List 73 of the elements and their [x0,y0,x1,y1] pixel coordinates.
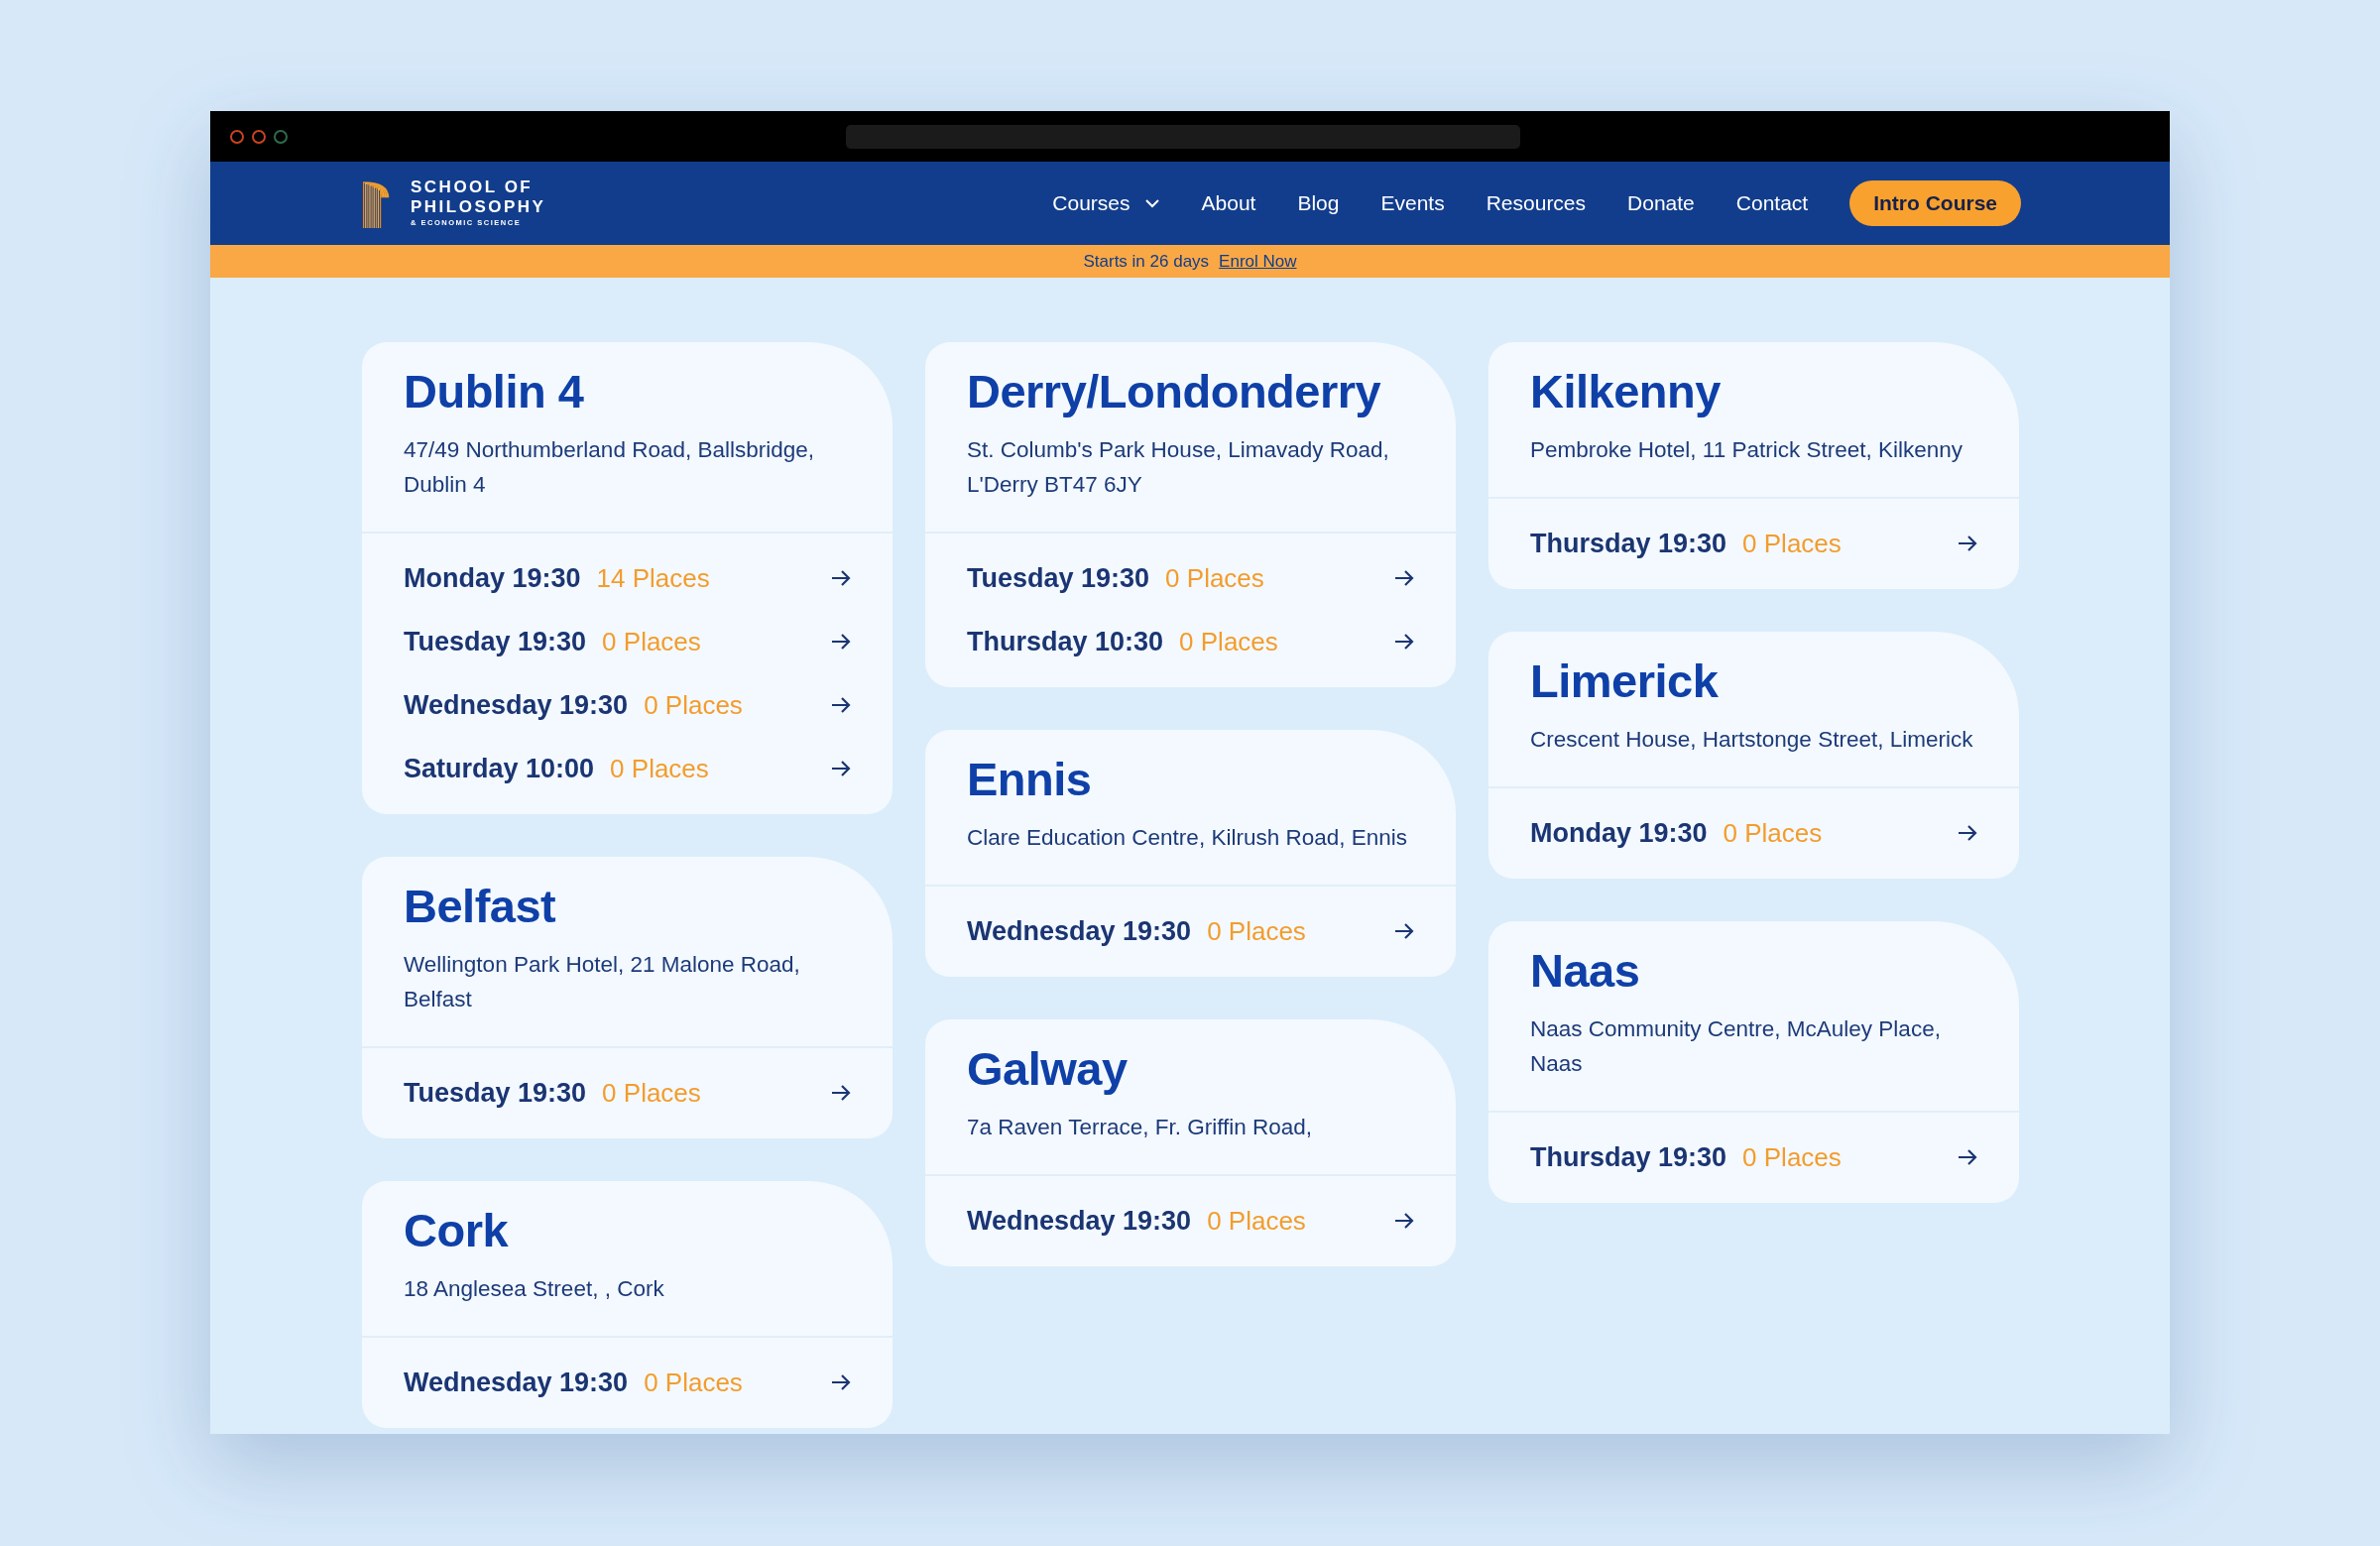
session-time: Wednesday 19:30 [404,1367,629,1398]
arrow-right-icon[interactable] [831,761,851,776]
logo-text: SCHOOL OF [411,178,535,197]
location-title: Galway [967,1041,1129,1096]
location-address: Clare Education Centre, Kilrush Road, Ennis [967,824,1408,852]
arrow-right-icon[interactable] [831,634,851,650]
location-title: Kilkenny [1530,364,1722,418]
arrow-right-icon[interactable] [1394,570,1414,586]
nav-link[interactable]: About [1201,191,1256,215]
session-time: Monday 19:30 [404,562,581,594]
session-time: Saturday 10:00 [404,753,595,784]
session-time: Tuesday 19:30 [404,626,587,657]
session-time: Thursday 19:30 [1530,528,1727,559]
location-address: St. Columb's Park House, Limavady Road, L'Derry BT47 6JY [967,436,1390,499]
places-count: 0 Places [1742,1141,1842,1173]
location-address: Pembroke Hotel, 11 Patrick Street, Kilkenny [1530,436,1964,464]
session-time: Thursday 19:30 [1530,1141,1727,1173]
places-count: 0 Places [602,1077,701,1109]
session-time: Tuesday 19:30 [967,562,1150,594]
places-count: 0 Places [644,689,743,721]
location-title: Naas [1530,943,1641,998]
location-address: Naas Community Centre, McAuley Place, Naas [1530,1015,1942,1078]
arrow-right-icon[interactable] [1394,634,1414,650]
location-address: Crescent House, Hartstonge Street, Limerick [1530,726,1974,754]
location-title: Ennis [967,752,1093,806]
maximize-window-icon[interactable] [274,129,288,144]
nav-link[interactable]: Resources [1486,191,1587,215]
places-count: 0 Places [1742,528,1842,559]
countdown-text: Starts in 26 days [1083,251,1210,272]
arrow-right-icon[interactable] [831,697,851,713]
places-count: 0 Places [644,1367,743,1398]
arrow-right-icon[interactable] [1958,535,1977,551]
location-title: Limerick [1530,654,1720,708]
location-address: 47/49 Northumberland Road, Ballsbridge, Dublin 4 [404,436,815,499]
session-time: Monday 19:30 [1530,817,1708,849]
location-title: Cork [404,1203,510,1257]
places-count: 0 Places [1179,626,1278,657]
logo-text: PHILOSOPHY [411,197,546,217]
session-time: Wednesday 19:30 [967,1205,1192,1237]
session-time: Wednesday 19:30 [404,689,629,721]
arrow-right-icon[interactable] [1958,825,1977,841]
arrow-right-icon[interactable] [831,570,851,586]
nav-link[interactable]: Contact [1735,191,1809,215]
places-count: 0 Places [1165,562,1264,594]
nav-link[interactable]: Donate [1627,191,1695,215]
places-count: 0 Places [602,626,701,657]
intro-course-button[interactable]: Intro Course [1849,180,2021,226]
location-address: Wellington Park Hotel, 21 Malone Road, Belfast [404,951,801,1013]
enrol-link[interactable]: Enrol Now [1219,251,1297,272]
close-window-icon[interactable] [230,129,244,144]
places-count: 0 Places [1207,1205,1306,1237]
places-count: 0 Places [610,753,709,784]
places-count: 14 Places [596,562,710,594]
session-time: Thursday 10:30 [967,626,1164,657]
location-title: Derry/Londonderry [967,364,1382,418]
location-address: 18 Anglesea Street, , Cork [404,1275,665,1303]
nav-link[interactable]: Blog [1297,191,1340,215]
nav-link[interactable]: Events [1380,191,1445,215]
session-time: Wednesday 19:30 [967,915,1192,947]
arrow-right-icon[interactable] [1958,1149,1977,1165]
places-count: 0 Places [1723,817,1823,849]
session-time: Tuesday 19:30 [404,1077,587,1109]
dropdown-menu[interactable]: Courses [1052,191,1160,215]
arrow-right-icon[interactable] [1394,1213,1414,1229]
arrow-right-icon[interactable] [831,1085,851,1101]
places-count: 0 Places [1207,915,1306,947]
location-address: 7a Raven Terrace, Fr. Griffin Road, [967,1114,1314,1141]
arrow-right-icon[interactable] [1394,923,1414,939]
location-title: Dublin 4 [404,364,585,418]
minimize-window-icon[interactable] [252,129,266,144]
chevron-down-icon [1143,198,1160,208]
arrow-right-icon[interactable] [831,1374,851,1390]
location-title: Belfast [404,879,557,933]
